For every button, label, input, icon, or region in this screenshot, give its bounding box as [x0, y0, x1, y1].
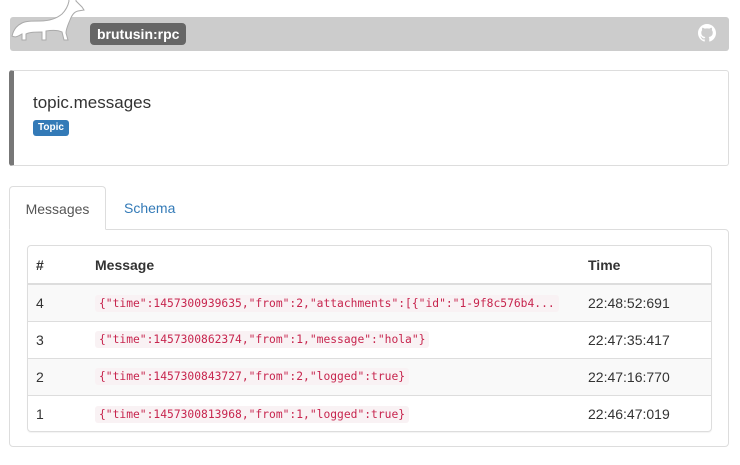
messages-table: # Message Time 4 {"time":1457300939635,"… — [28, 246, 711, 431]
column-header-message: Message — [87, 246, 580, 285]
topic-title: topic.messages — [33, 93, 152, 112]
row-number: 2 — [36, 368, 44, 385]
github-icon[interactable] — [698, 24, 716, 42]
tab-schema[interactable]: Schema — [109, 186, 190, 230]
row-number: 1 — [36, 405, 44, 422]
row-time: 22:46:47:019 — [588, 405, 670, 422]
table-header-row: # Message Time — [28, 246, 711, 285]
column-header-number: # — [28, 246, 87, 285]
topic-panel: topic.messages Topic — [9, 70, 729, 166]
row-message: {"time":1457300939635,"from":2,"attachme… — [95, 294, 559, 312]
row-message: {"time":1457300813968,"from":1,"logged":… — [95, 405, 410, 423]
column-header-time: Time — [580, 246, 711, 285]
row-time: 22:47:16:770 — [588, 368, 670, 385]
row-message-cell: {"time":1457300843727,"from":2,"logged":… — [87, 358, 580, 395]
tab-messages[interactable]: Messages — [9, 186, 106, 230]
table-row: 2 {"time":1457300843727,"from":2,"logged… — [28, 358, 711, 395]
row-message: {"time":1457300843727,"from":2,"logged":… — [95, 368, 410, 386]
row-message-cell: {"time":1457300862374,"from":1,"message"… — [87, 321, 580, 358]
messages-tab-pane: # Message Time 4 {"time":1457300939635,"… — [9, 229, 729, 447]
messages-table-panel: # Message Time 4 {"time":1457300939635,"… — [27, 245, 712, 432]
row-time: 22:47:35:417 — [588, 331, 670, 348]
row-message-cell: {"time":1457300813968,"from":1,"logged":… — [87, 395, 580, 431]
row-message: {"time":1457300862374,"from":1,"message"… — [95, 331, 430, 349]
row-number: 4 — [36, 294, 44, 311]
row-message-cell: {"time":1457300939635,"from":2,"attachme… — [87, 284, 580, 321]
row-time: 22:48:52:691 — [588, 294, 670, 311]
dog-silhouette-icon[interactable] — [8, 0, 86, 42]
table-row: 1 {"time":1457300813968,"from":1,"logged… — [28, 395, 711, 431]
topic-badge: Topic — [33, 120, 69, 136]
table-row: 4 {"time":1457300939635,"from":2,"attach… — [28, 284, 711, 321]
brand-label[interactable]: brutusin:rpc — [90, 23, 187, 45]
row-number: 3 — [36, 331, 44, 348]
table-row: 3 {"time":1457300862374,"from":1,"messag… — [28, 321, 711, 358]
